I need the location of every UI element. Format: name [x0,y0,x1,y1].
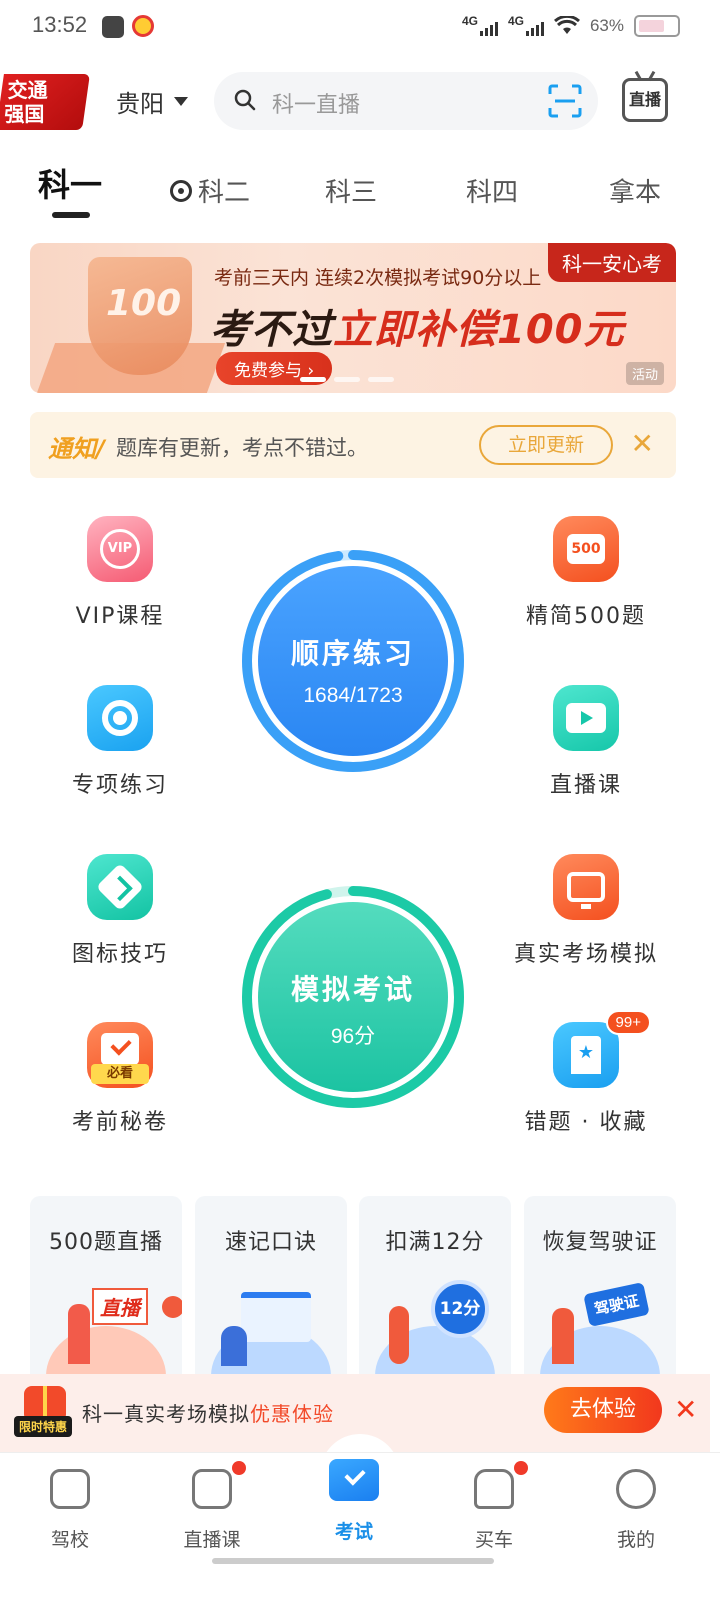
live-tv-button[interactable]: 直播 [622,78,668,122]
real-exam-sim-item[interactable]: 真实考场模拟 [486,854,686,968]
exam-score: 96分 [330,1025,376,1048]
nav-profile[interactable]: 我的 [586,1469,686,1552]
mock-exam-button[interactable]: 模拟考试 96分 [240,884,466,1110]
500-icon: 500 [553,516,619,582]
exam-title: 模拟考试 [290,973,415,1006]
promo-text: 科一真实考场模拟优惠体验 [82,1402,334,1426]
update-notice: 通知/ 题库有更新，考点不错过。 立即更新 ✕ [30,412,676,478]
banner-subtitle: 考前三天内 连续2次模拟考试90分以上 [214,267,542,289]
city-name: 贵阳 [116,90,164,118]
limited-offer-tag: 限时特惠 [14,1416,73,1437]
home-indicator [212,1558,494,1564]
exam-check-icon [329,1459,379,1501]
search-bar[interactable]: 科一直播 [214,72,598,130]
steering-wheel-icon [170,179,192,202]
special-practice-item[interactable]: 专项练习 [20,685,220,799]
nav-buy-car[interactable]: 买车 [444,1461,544,1552]
tab-subject-2[interactable]: 科二 [170,172,250,209]
checklist-icon: 必看 [87,1022,153,1088]
tab-active-indicator [52,212,90,218]
driving-school-icon [50,1469,90,1509]
board-illustration [241,1292,311,1342]
status-indicators: 4G 4G 63% [462,14,680,38]
banner-tag: 科一安心考 [548,243,676,282]
exam-secret-item[interactable]: 必看 考前秘卷 [20,1022,220,1136]
play-icon [162,1296,182,1318]
card-restore-license[interactable]: 恢复驾驶证 驾驶证 [524,1196,676,1396]
vip-course-item[interactable]: VIP VIP课程 [20,516,220,630]
notice-text: 题库有更新，考点不错过。 [116,436,368,460]
signal-icon: 4G [508,14,544,38]
practice-title: 顺序练习 [290,637,415,670]
search-placeholder: 科一直播 [272,93,361,118]
500-questions-item[interactable]: 500 精简500题 [486,516,686,630]
scan-icon[interactable] [548,84,582,118]
wifi-icon [553,16,580,34]
license-card: 驾驶证 [583,1282,650,1327]
vip-icon: VIP [87,516,153,582]
person-illustration [389,1306,409,1364]
person-illustration [68,1304,90,1364]
card-memory-tips[interactable]: 速记口诀 [195,1196,347,1396]
try-now-button[interactable]: 去体验 [544,1387,662,1433]
points-badge: 12分 [431,1280,489,1338]
carousel-indicator [300,377,394,382]
banner-headline: 考不过立即补偿100元 [210,307,625,353]
car-icon [474,1469,514,1509]
promo-banner[interactable]: 100 科一安心考 考前三天内 连续2次模拟考试90分以上 考不过立即补偿100… [30,243,676,393]
notification-dot [514,1461,528,1475]
monitor-icon [553,854,619,920]
activity-label: 活动 [625,362,664,385]
count-badge: 99+ [605,1010,651,1035]
chevron-down-icon [174,97,188,106]
close-icon[interactable]: ✕ [631,430,654,458]
close-icon[interactable]: ✕ [674,1396,697,1424]
card-500-live[interactable]: 500题直播 直播 [30,1196,182,1396]
practice-progress: 1684/1723 [303,684,403,707]
tv-icon [192,1469,232,1509]
tab-subject-1[interactable]: 科一 [38,160,102,206]
status-time: 13:52 [32,12,88,37]
status-bar: 13:52 4G 4G 63% [0,0,720,56]
tab-subject-4[interactable]: 科四 [466,172,518,209]
shield-amount: 100 [106,283,182,324]
search-icon [234,89,256,111]
sequential-practice-button[interactable]: 顺序练习 1684/1723 [240,548,466,774]
signal-icon: 4G [462,14,498,38]
person-illustration [221,1326,247,1366]
nav-live-course[interactable]: 直播课 [162,1461,262,1552]
battery-percent: 63% [589,16,624,35]
live-course-item[interactable]: 直播课 [486,685,686,799]
bottom-nav: 驾校 直播课 考试 买车 我的 [0,1452,720,1600]
mistakes-favorites-item[interactable]: ★ 99+ 错题 · 收藏 [486,1010,686,1136]
nav-driving-school[interactable]: 驾校 [20,1469,120,1552]
card-12-points[interactable]: 扣满12分 12分 [359,1196,511,1396]
tab-get-license[interactable]: 拿本 [609,172,661,209]
battery-icon [634,15,680,37]
app-logo[interactable]: 交通 强国 [0,74,90,130]
target-icon [87,685,153,751]
bookmark-star-icon: ★ 99+ [553,1010,651,1088]
update-now-button[interactable]: 立即更新 [479,425,613,465]
weibo-notification-icon [132,15,154,37]
subject-tabs: 科一 科二 科三 科四 拿本 [0,160,720,230]
tab-subject-3[interactable]: 科三 [325,172,377,209]
smile-icon [616,1469,656,1509]
road-sign-icon [87,854,153,920]
sign-tips-item[interactable]: 图标技巧 [20,854,220,968]
mail-notification-icon [102,16,124,38]
notification-dot [232,1461,246,1475]
nav-exam[interactable]: 考试 [304,1459,404,1544]
city-selector[interactable]: 贵阳 [116,84,188,119]
person-illustration [552,1308,574,1364]
video-icon [553,685,619,751]
live-badge: 直播 [92,1288,148,1325]
notice-tag: 通知/ [48,435,105,463]
